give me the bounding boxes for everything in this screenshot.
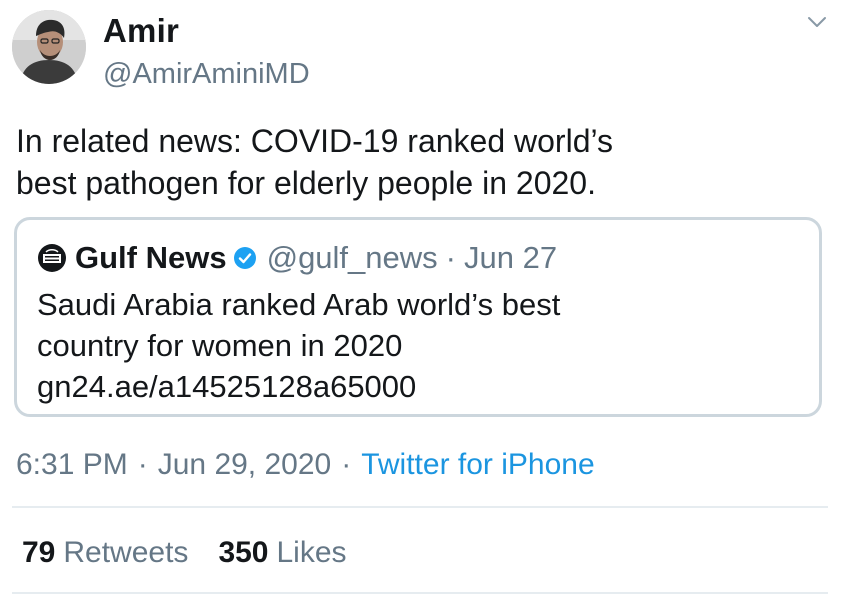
quoted-tweet-header: Gulf News @gulf_news · Jun 27 bbox=[37, 238, 557, 278]
separator-dot: · bbox=[445, 240, 456, 275]
tweet-date[interactable]: Jun 29, 2020 bbox=[158, 448, 331, 481]
more-options-button[interactable] bbox=[803, 12, 831, 32]
verified-badge-icon bbox=[233, 247, 256, 269]
divider bbox=[12, 592, 828, 594]
tweet-time[interactable]: 6:31 PM bbox=[16, 448, 128, 481]
quoted-tweet-card[interactable]: Gulf News @gulf_news · Jun 27 Saudi Arab… bbox=[14, 217, 822, 417]
separator-dot: · bbox=[341, 448, 352, 481]
likes-label: Likes bbox=[276, 536, 347, 569]
quoted-tweet-date[interactable]: Jun 27 bbox=[464, 240, 557, 276]
likes-count: 350 bbox=[218, 536, 269, 569]
retweets-stat[interactable]: 79 Retweets bbox=[22, 536, 188, 569]
quoted-text-link[interactable]: gn24.ae/a14525128a65000 bbox=[37, 366, 797, 407]
quoted-author-handle[interactable]: @gulf_news bbox=[267, 240, 438, 276]
separator-dot: · bbox=[137, 448, 148, 481]
author-handle[interactable]: @AmirAminiMD bbox=[103, 58, 310, 91]
author-avatar[interactable] bbox=[12, 10, 86, 84]
retweets-count: 79 bbox=[22, 536, 56, 569]
quoted-text-line: Saudi Arabia ranked Arab world’s best bbox=[37, 287, 561, 322]
gulf-news-logo-icon[interactable] bbox=[37, 243, 67, 273]
tweet-source-link[interactable]: Twitter for iPhone bbox=[361, 448, 594, 481]
chevron-down-icon bbox=[808, 17, 826, 27]
quoted-author-name[interactable]: Gulf News bbox=[75, 240, 227, 276]
tweet-text-line: In related news: COVID-19 ranked world’s bbox=[16, 123, 614, 159]
profile-photo-icon bbox=[12, 10, 86, 84]
likes-stat[interactable]: 350 Likes bbox=[218, 536, 346, 569]
retweets-label: Retweets bbox=[63, 536, 189, 569]
quoted-tweet-text: Saudi Arabia ranked Arab world’s best co… bbox=[37, 284, 797, 407]
author-name[interactable]: Amir bbox=[103, 12, 179, 50]
tweet-meta: 6:31 PM · Jun 29, 2020 · Twitter for iPhone bbox=[16, 448, 595, 482]
quoted-text-line: country for women in 2020 bbox=[37, 328, 403, 363]
tweet-text-line: best pathogen for elderly people in 2020… bbox=[16, 165, 596, 201]
tweet-text: In related news: COVID-19 ranked world’s… bbox=[16, 120, 816, 204]
tweet: Amir @AmirAminiMD In related news: COVID… bbox=[0, 0, 842, 596]
divider bbox=[12, 506, 828, 508]
tweet-stats: 79 Retweets 350 Likes bbox=[22, 536, 347, 570]
